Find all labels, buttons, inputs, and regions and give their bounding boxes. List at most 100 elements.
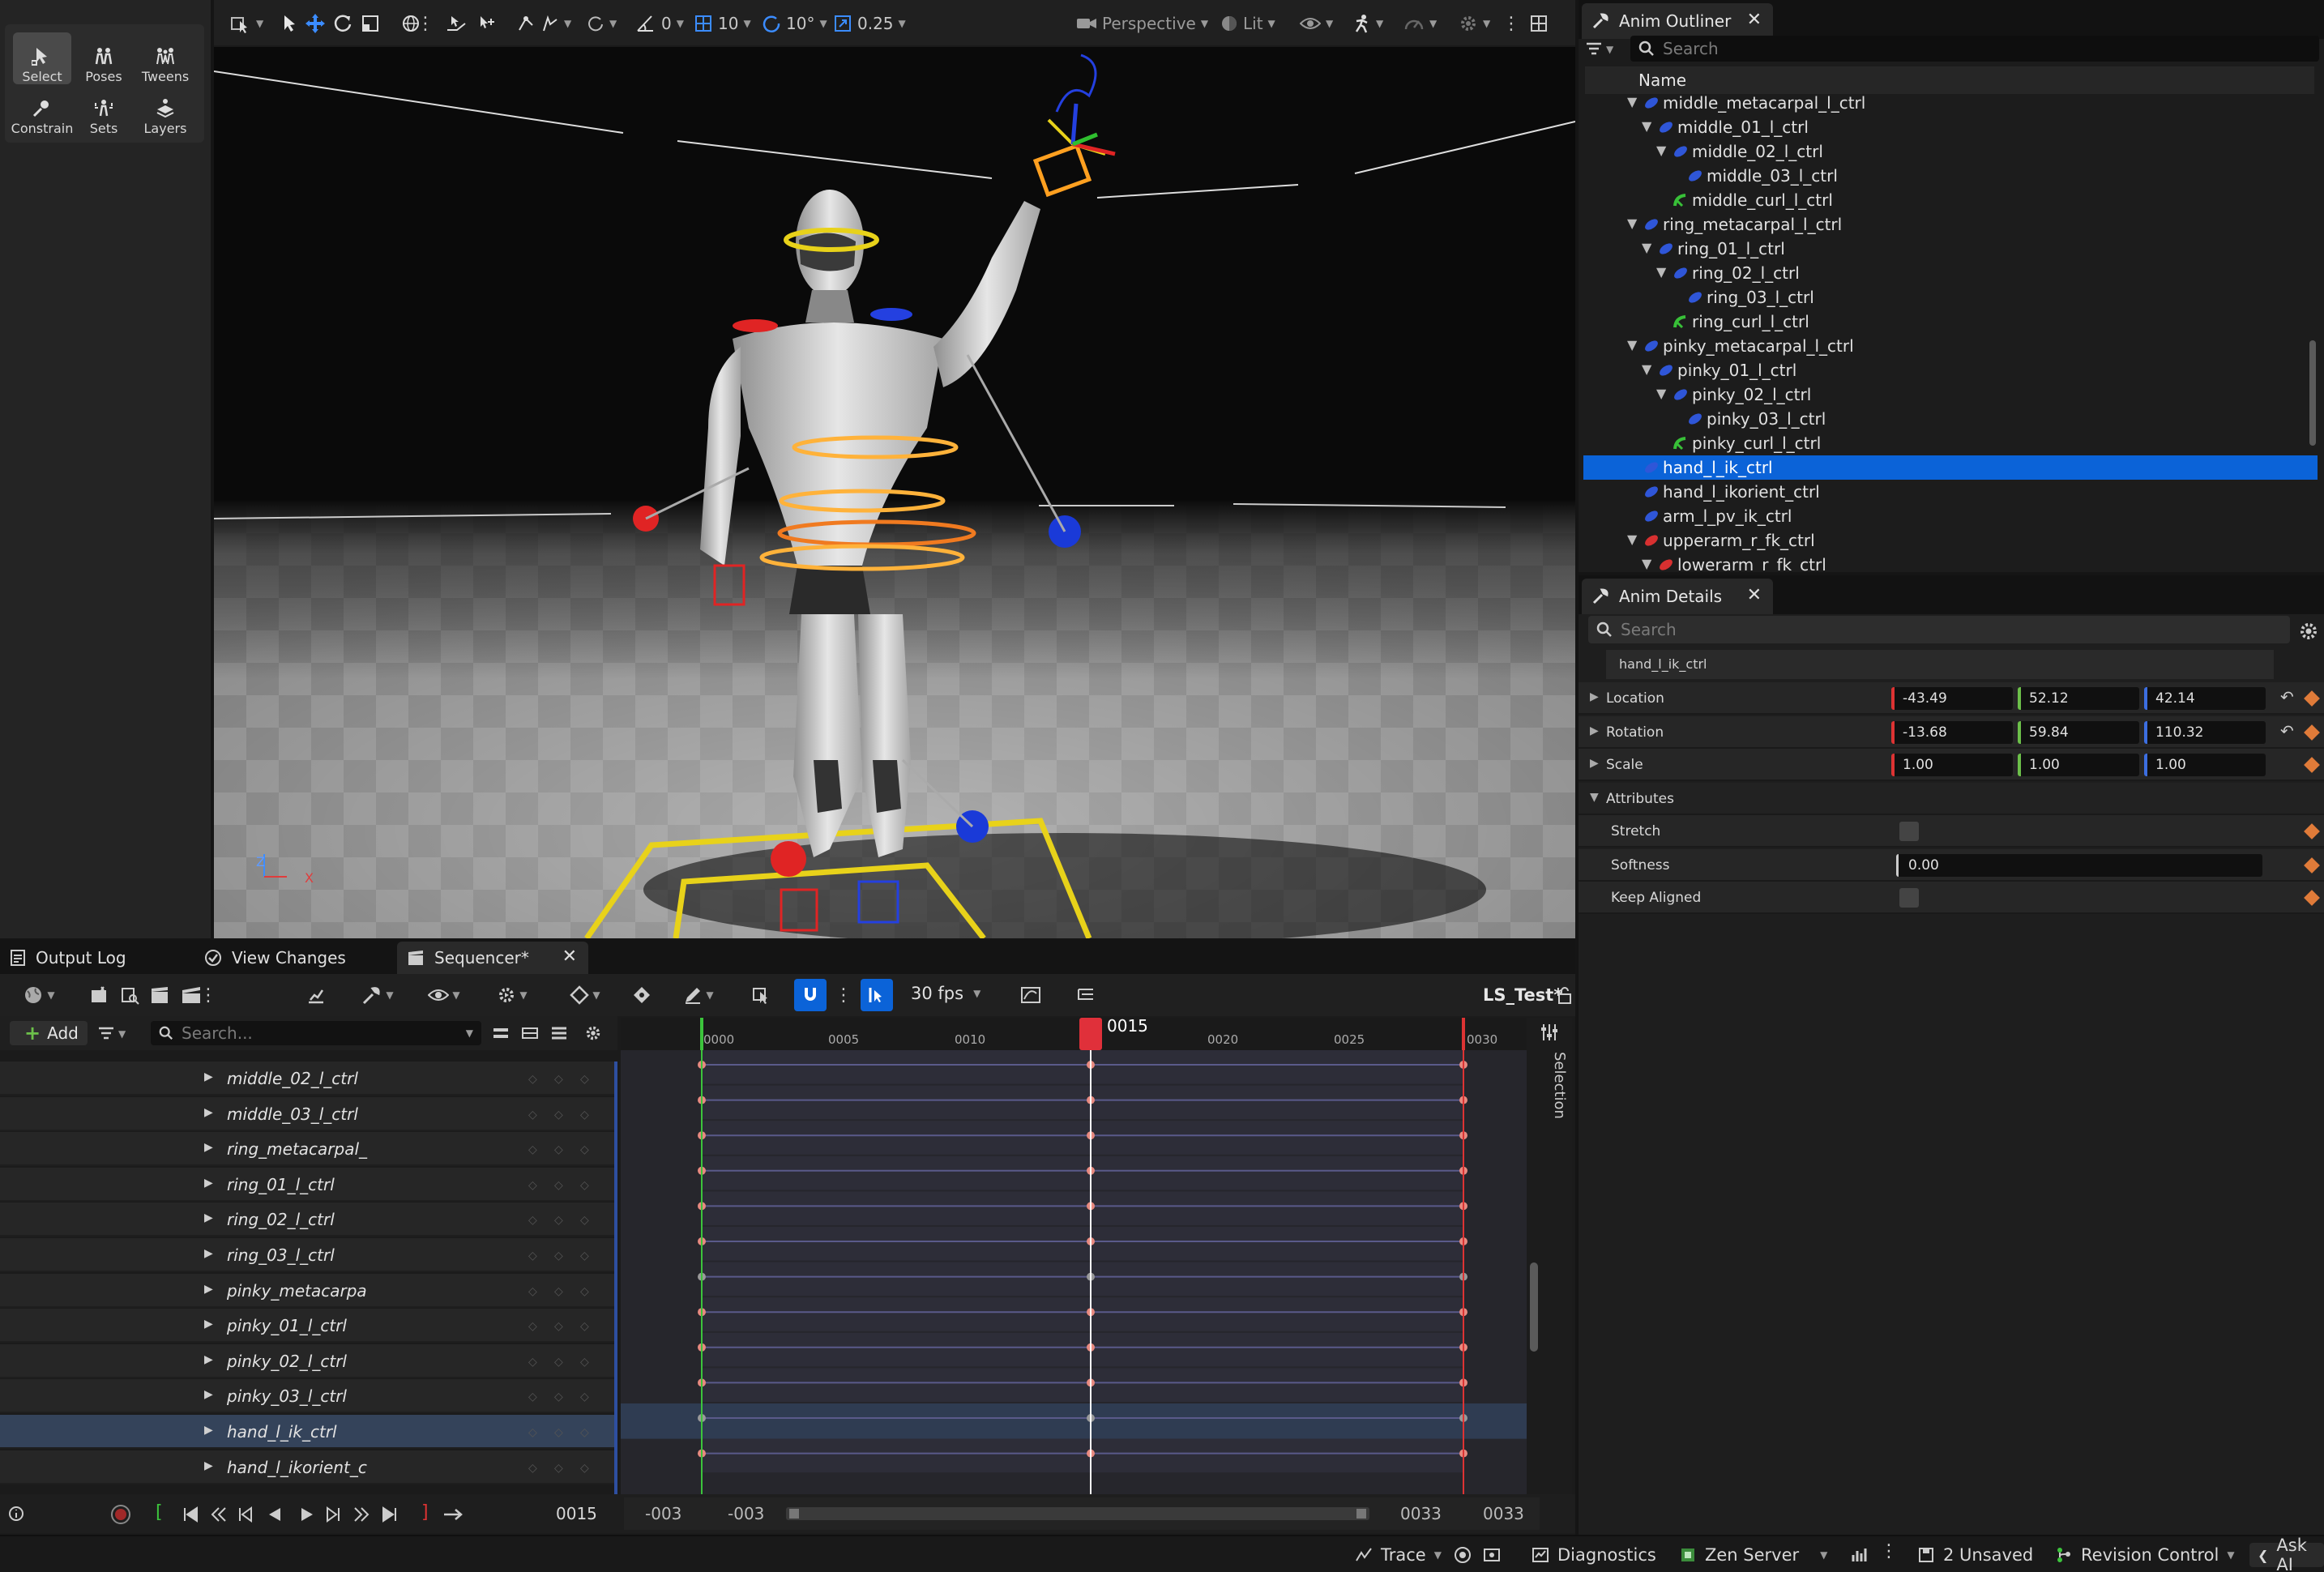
keep-aligned-checkbox[interactable] xyxy=(1899,888,1919,908)
sequencer-settings-icon[interactable] xyxy=(580,1021,606,1045)
track-list-divider[interactable] xyxy=(614,1062,617,1494)
next-key-icon[interactable]: ◇ xyxy=(580,1249,589,1262)
range-handle-left[interactable] xyxy=(789,1509,799,1519)
track-row[interactable]: ▶ pinky_01_l_ctrl ◇ ◇ ◇ xyxy=(0,1309,617,1343)
status-more-icon[interactable]: ⋮ xyxy=(1880,1541,1898,1561)
trace-dropdown[interactable]: Trace ▼ xyxy=(1355,1543,1442,1567)
track-search-field[interactable]: Search... ▼ xyxy=(151,1021,481,1045)
next-key-icon[interactable]: ◇ xyxy=(580,1390,589,1403)
mode-select-button[interactable]: Select xyxy=(13,32,71,84)
outliner-row[interactable]: pinky_curl_l_ctrl xyxy=(1583,431,2318,455)
select-keys-icon[interactable] xyxy=(747,980,776,1010)
render-movie-icon[interactable] xyxy=(146,980,175,1010)
expand-triangle-icon[interactable]: ▶ xyxy=(204,1318,213,1331)
loop-arrow-icon[interactable] xyxy=(442,1506,465,1523)
close-icon[interactable]: ✕ xyxy=(1747,10,1762,30)
add-key-icon[interactable]: ◇ xyxy=(554,1390,563,1403)
playback-options-dropdown[interactable]: ▼ xyxy=(486,980,538,1010)
mode-poses-button[interactable]: Poses xyxy=(75,32,133,84)
current-frame-field[interactable]: 0015 xyxy=(556,1504,597,1523)
rotation-expand-icon[interactable]: ▶ xyxy=(1590,724,1599,737)
expand-arrow-icon[interactable]: ▼ xyxy=(1656,386,1666,401)
set-end-icon[interactable]: ] xyxy=(421,1502,429,1523)
key-tools-dropdown[interactable]: ▼ xyxy=(352,980,404,1010)
view-range-start[interactable]: -003 xyxy=(645,1504,681,1523)
scale-snap-value[interactable]: 0.25 ▼ xyxy=(833,8,906,39)
set-start-icon[interactable]: [ xyxy=(156,1502,163,1523)
snap-mode-dropdown[interactable]: ▼ xyxy=(541,8,571,39)
timeline-area[interactable] xyxy=(621,1050,1540,1494)
outliner-row[interactable]: middle_03_l_ctrl xyxy=(1583,164,2318,188)
next-key-icon[interactable]: ◇ xyxy=(580,1462,589,1475)
expand-arrow-icon[interactable]: ▼ xyxy=(1642,361,1651,377)
expand-arrow-icon[interactable]: ▼ xyxy=(1627,337,1637,352)
outliner-row[interactable]: ring_03_l_ctrl xyxy=(1583,285,2318,310)
add-key-icon[interactable]: ◇ xyxy=(554,1356,563,1369)
select-tool-icon[interactable] xyxy=(276,10,303,37)
track-row[interactable]: ▶ middle_02_l_ctrl ◇ ◇ ◇ xyxy=(0,1062,617,1096)
expand-triangle-icon[interactable]: ▶ xyxy=(204,1388,213,1401)
time-ruler[interactable]: 0000 0005 0010 0020 0025 0030 0015 xyxy=(621,1016,1540,1050)
outliner-row[interactable]: hand_l_ikorient_ctrl xyxy=(1583,480,2318,504)
add-key-icon[interactable]: ◇ xyxy=(554,1249,563,1262)
location-y-field[interactable]: 52.12 xyxy=(2018,687,2139,710)
next-key-icon[interactable]: ◇ xyxy=(580,1320,589,1333)
sequencer-tab[interactable]: Sequencer* ✕ xyxy=(397,942,588,974)
next-key-icon[interactable]: ◇ xyxy=(580,1356,589,1369)
outliner-row[interactable]: pinky_03_l_ctrl xyxy=(1583,407,2318,431)
rotation-y-field[interactable]: 59.84 xyxy=(2018,721,2139,744)
location-expand-icon[interactable]: ▶ xyxy=(1590,690,1599,703)
outliner-row[interactable]: ▼ lowerarm_r_fk_ctrl xyxy=(1583,553,2318,572)
next-key-icon[interactable]: ◇ xyxy=(580,1214,589,1227)
jump-to-end-icon[interactable] xyxy=(381,1506,399,1523)
track-row[interactable]: ▶ ring_metacarpal_ ◇ ◇ ◇ xyxy=(0,1132,617,1167)
timeline-scrollbar[interactable] xyxy=(1530,1262,1538,1352)
key-interpolation-dropdown[interactable]: ▼ xyxy=(559,980,611,1010)
next-key-icon[interactable]: ◇ xyxy=(580,1285,589,1298)
track-row[interactable]: ▶ ring_02_l_ctrl ◇ ◇ ◇ xyxy=(0,1202,617,1237)
expand-arrow-icon[interactable]: ▼ xyxy=(1656,143,1666,158)
anim-outliner-tab[interactable]: Anim Outliner ✕ xyxy=(1582,3,1773,39)
level-viewport[interactable]: ▼ ⋮ ▼ ▼ 0 ▼ 10 ▼ 10° ▼ 0.25 ▼ Perspective ▼ L… xyxy=(214,0,1575,938)
expand-triangle-icon[interactable]: ▶ xyxy=(204,1424,213,1437)
mode-constrain-button[interactable]: Constrain xyxy=(11,84,73,136)
add-key-icon[interactable]: ◇ xyxy=(554,1320,563,1333)
outliner-search-field[interactable]: Search xyxy=(1630,36,2319,62)
pose-tools-dropdown[interactable]: ▼ xyxy=(1352,8,1383,39)
range-scrollbar[interactable] xyxy=(786,1507,1369,1520)
show-flags-dropdown[interactable]: ▼ xyxy=(1300,8,1333,39)
scale-z-field[interactable]: 1.00 xyxy=(2144,754,2266,776)
reset-arrow-icon[interactable]: ↶ xyxy=(2280,687,2294,707)
expand-triangle-icon[interactable]: ▶ xyxy=(204,1459,213,1472)
softness-key-icon[interactable] xyxy=(2304,857,2320,874)
prev-key-icon[interactable]: ◇ xyxy=(528,1249,537,1262)
sliders-icon[interactable] xyxy=(1540,1023,1559,1042)
row-density-icon[interactable] xyxy=(488,1021,514,1045)
expand-arrow-icon[interactable]: ▼ xyxy=(1656,264,1666,280)
expand-triangle-icon[interactable]: ▶ xyxy=(204,1283,213,1296)
grid-snap-value[interactable]: 10 ▼ xyxy=(694,8,751,39)
prev-key-icon[interactable]: ◇ xyxy=(528,1179,537,1192)
expand-triangle-icon[interactable]: ▶ xyxy=(204,1353,213,1366)
location-key-icon[interactable] xyxy=(2304,690,2320,707)
anim-details-tab[interactable]: Anim Details ✕ xyxy=(1582,579,1773,614)
close-icon[interactable]: ✕ xyxy=(562,946,577,967)
diagnostics-button[interactable]: Diagnostics xyxy=(1532,1543,1656,1567)
track-row[interactable]: ▶ pinky_03_l_ctrl ◇ ◇ ◇ xyxy=(0,1379,617,1414)
outliner-row[interactable]: ▼ middle_02_l_ctrl xyxy=(1583,139,2318,164)
rotate-snap-dropdown[interactable]: ▼ xyxy=(587,8,617,39)
expand-arrow-icon[interactable]: ▼ xyxy=(1642,240,1651,255)
add-key-icon[interactable]: ◇ xyxy=(554,1285,563,1298)
outliner-row[interactable]: ▼ pinky_metacarpal_l_ctrl xyxy=(1583,334,2318,358)
view-changes-tab[interactable]: View Changes xyxy=(194,942,389,974)
details-settings-icon[interactable] xyxy=(2298,621,2319,642)
add-key-icon[interactable]: ◇ xyxy=(554,1143,563,1156)
snapshot-icon[interactable] xyxy=(1483,1546,1501,1564)
outliner-row[interactable]: ▼ ring_02_l_ctrl xyxy=(1583,261,2318,285)
close-icon[interactable]: ✕ xyxy=(1747,585,1762,605)
jump-to-start-icon[interactable] xyxy=(182,1506,199,1523)
rotation-x-field[interactable]: -13.68 xyxy=(1891,721,2013,744)
record-trace-icon[interactable] xyxy=(1454,1546,1472,1564)
mode-layers-button[interactable]: Layers xyxy=(136,84,194,136)
framerate-dropdown[interactable]: 30 fps ▼ xyxy=(911,984,980,1003)
